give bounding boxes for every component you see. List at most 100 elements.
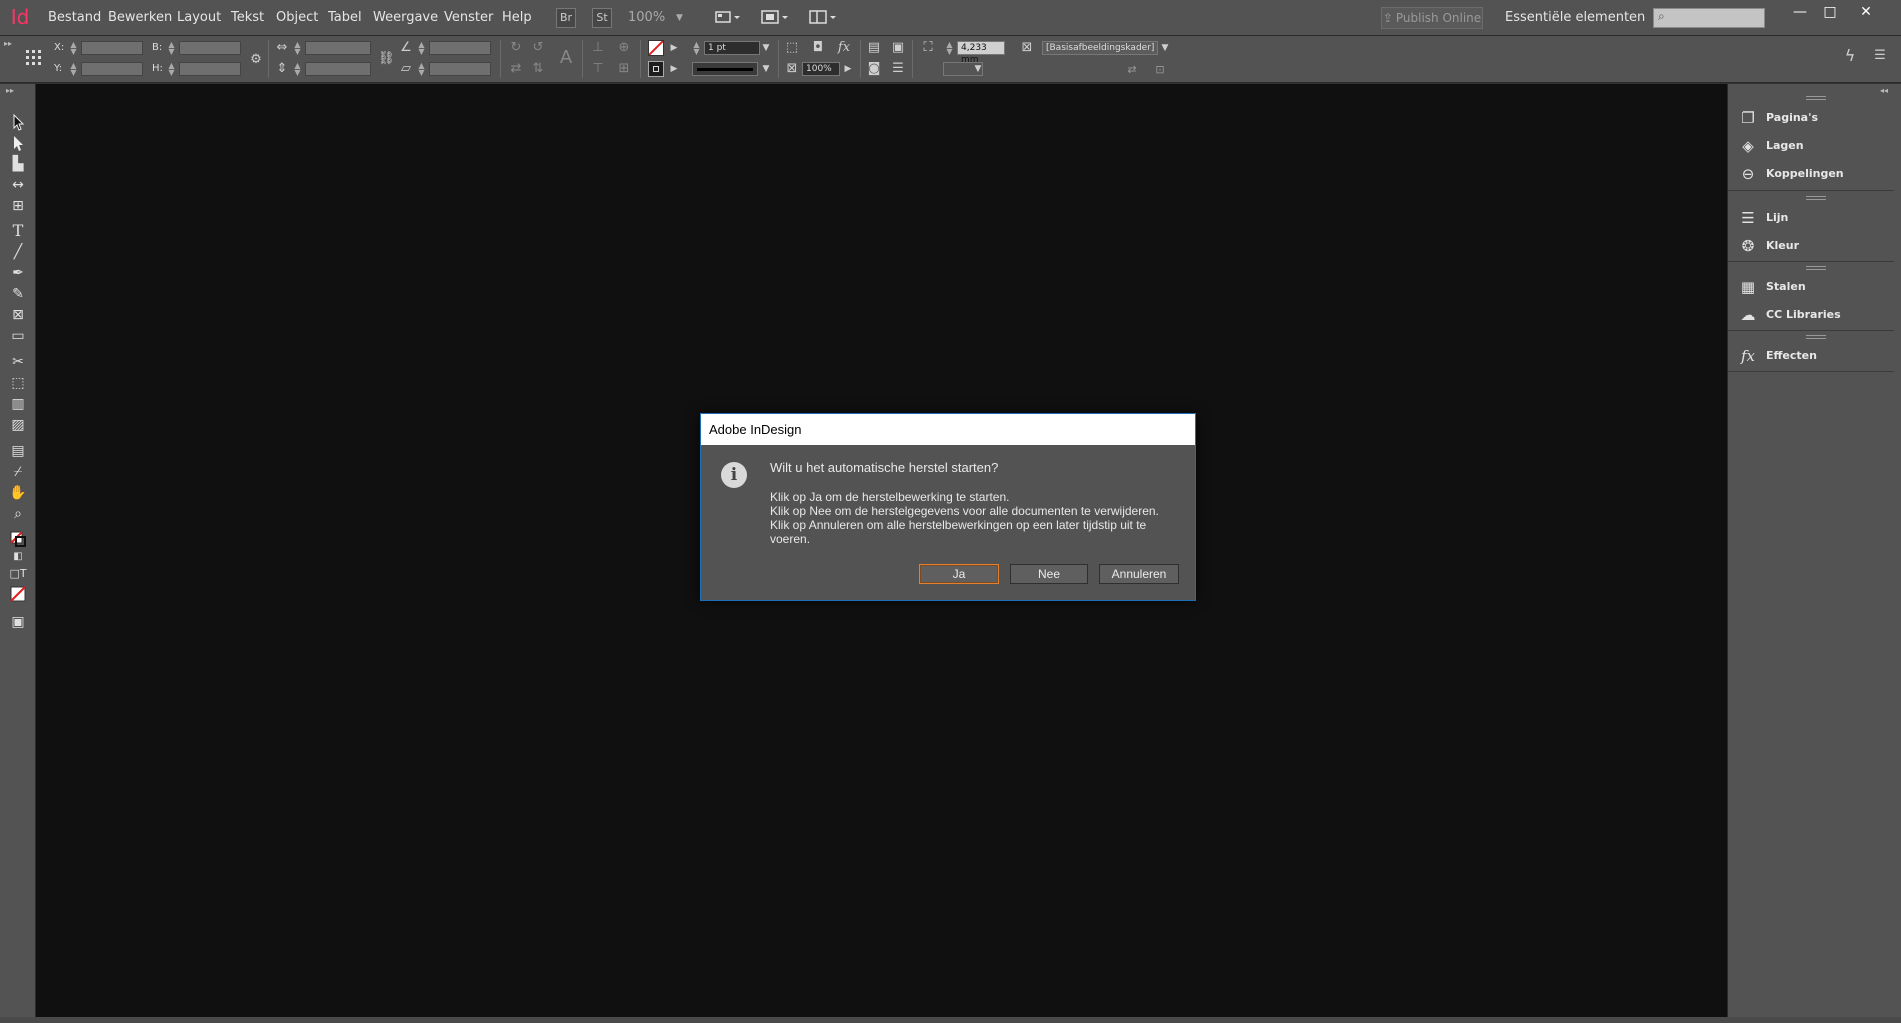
quick-apply-icon[interactable]: ϟ (1842, 48, 1858, 64)
panel-menu-icon[interactable]: ☰ (1872, 48, 1888, 64)
chevron-down-icon[interactable]: ▼ (1157, 40, 1173, 56)
fill-dropdown-arrow-icon[interactable]: ▶ (666, 40, 682, 56)
chevron-down-icon[interactable]: ▼ (970, 61, 986, 77)
menu-venster[interactable]: Venster (444, 10, 493, 25)
panel-group-grip[interactable] (1806, 196, 1826, 200)
minimize-button[interactable]: — (1786, 2, 1814, 22)
pen-tool-icon[interactable]: ✒ (8, 263, 28, 283)
shear-stepper[interactable]: ▲ ▼ (417, 62, 426, 77)
direct-selection-tool-icon[interactable] (8, 133, 28, 153)
x-stepper[interactable]: ▲ ▼ (69, 41, 78, 56)
apply-none-icon[interactable] (8, 584, 28, 604)
view-options-button[interactable] (714, 8, 742, 28)
x-field[interactable] (81, 41, 143, 55)
fill-stroke-swatch-icon[interactable] (8, 529, 28, 549)
clear-overrides-icon[interactable]: ⇄ (1124, 62, 1140, 78)
stroke-type-dropdown[interactable] (692, 62, 758, 76)
y-field[interactable] (81, 62, 143, 76)
stroke-weight-stepper[interactable]: ▲ ▼ (692, 41, 701, 56)
dock-item-effects[interactable]: fx Effecten (1728, 342, 1894, 370)
new-style-icon[interactable]: ⊡ (1152, 62, 1168, 78)
cancel-button[interactable]: Annuleren (1099, 564, 1179, 584)
rotate-stepper[interactable]: ▲ ▼ (417, 41, 426, 56)
rectangle-frame-tool-icon[interactable]: ⊠ (8, 305, 28, 325)
rotate-cw-icon[interactable]: ↻ (508, 40, 524, 56)
tools-panel-grip[interactable]: ▸▸ (6, 86, 14, 95)
bridge-button[interactable]: Br (556, 8, 576, 28)
dock-item-cc-libraries[interactable]: ☁ CC Libraries (1728, 301, 1894, 329)
zoom-level-dropdown[interactable]: 100% ▼ (628, 8, 690, 28)
panel-group-grip[interactable] (1806, 266, 1826, 270)
corner-options-icon[interactable]: ⬚ (784, 40, 800, 56)
stroke-dropdown-arrow-icon[interactable]: ▶ (666, 61, 682, 77)
page-tool-icon[interactable]: ▙ (8, 154, 28, 174)
gradient-swatch-tool-icon[interactable]: ▥ (8, 394, 28, 414)
effects-fx-icon[interactable]: fx (836, 40, 852, 56)
link-proportions-icon[interactable]: ⛓ (378, 51, 395, 67)
scale-x-field[interactable] (305, 41, 371, 55)
stroke-weight-field[interactable]: 1 pt (704, 41, 760, 55)
scissors-tool-icon[interactable]: ✂ (8, 352, 28, 372)
selection-tool-icon[interactable] (8, 112, 28, 132)
chevron-down-icon[interactable]: ▼ (758, 61, 774, 77)
y-stepper[interactable]: ▲ ▼ (69, 62, 78, 77)
rotate-field[interactable] (429, 41, 491, 55)
distribute-icon[interactable]: ⊞ (616, 61, 632, 77)
menu-bewerken[interactable]: Bewerken (108, 10, 172, 25)
rectangle-tool-icon[interactable]: ▭ (8, 326, 28, 346)
dock-item-layers[interactable]: ◈ Lagen (1728, 132, 1894, 160)
flip-vertical-icon[interactable]: ⇅ (530, 61, 546, 77)
hand-tool-icon[interactable]: ✋ (8, 483, 28, 503)
shear-field[interactable] (429, 62, 491, 76)
menu-object[interactable]: Object (276, 10, 318, 25)
dock-item-color[interactable]: ❂ Kleur (1728, 232, 1894, 260)
yes-button[interactable]: Ja (919, 564, 999, 584)
object-style-dropdown[interactable]: [Basisafbeeldingskader] (1042, 41, 1158, 55)
width-stepper[interactable]: ▲ ▼ (167, 41, 176, 56)
no-button[interactable]: Nee (1010, 564, 1088, 584)
align-center-icon[interactable]: ⊕ (616, 40, 632, 56)
panel-group-grip[interactable] (1806, 335, 1826, 339)
arrange-documents-button[interactable] (808, 8, 838, 28)
menu-help[interactable]: Help (502, 10, 532, 25)
stroke-swatch[interactable] (648, 61, 664, 77)
chevron-down-icon[interactable]: ▼ (758, 40, 774, 56)
line-tool-icon[interactable]: ╱ (8, 242, 28, 262)
menu-tabel[interactable]: Tabel (328, 10, 362, 25)
opacity-arrow-icon[interactable]: ▶ (840, 61, 856, 77)
close-button[interactable]: ✕ (1852, 2, 1880, 22)
width-field[interactable] (179, 41, 241, 55)
publish-online-button[interactable]: ⇪ Publish Online (1381, 7, 1483, 29)
formatting-affects-container-icon[interactable]: □T (8, 564, 28, 584)
control-panel-grip[interactable]: ▸▸ (4, 40, 12, 48)
note-tool-icon[interactable]: ▤ (8, 441, 28, 461)
pencil-tool-icon[interactable]: ✎ (8, 284, 28, 304)
workspace-switcher[interactable]: Essentiële elementen ▼ (1505, 10, 1660, 25)
free-transform-tool-icon[interactable]: ⬚ (8, 373, 28, 393)
dock-item-stroke[interactable]: ☰ Lijn (1728, 204, 1894, 232)
menu-weergave[interactable]: Weergave (373, 10, 438, 25)
screen-mode-button[interactable] (760, 8, 790, 28)
adobe-stock-button[interactable]: St (592, 8, 612, 28)
offset-stepper[interactable]: ▲ ▼ (945, 41, 954, 56)
fill-swatch[interactable] (648, 40, 664, 56)
collapse-dock-icon[interactable]: ◂◂ (1880, 86, 1888, 95)
offset-field[interactable]: 4,233 mm (957, 41, 1005, 65)
gap-tool-icon[interactable]: ↔ (8, 175, 28, 195)
rotate-ccw-icon[interactable]: ↺ (530, 40, 546, 56)
height-field[interactable] (179, 62, 241, 76)
flip-horizontal-icon[interactable]: ⇄ (508, 61, 524, 77)
content-collector-tool-icon[interactable]: ⊞ (8, 196, 28, 216)
type-on-path-icon[interactable]: A (558, 49, 574, 67)
drop-shadow-icon[interactable]: ◘ (810, 40, 826, 56)
eyedropper-tool-icon[interactable]: ⌿ (8, 462, 28, 482)
dock-item-swatches[interactable]: ▦ Stalen (1728, 273, 1894, 301)
scale-x-stepper[interactable]: ▲ ▼ (293, 41, 302, 56)
type-tool-icon[interactable]: T (8, 221, 28, 241)
scale-y-field[interactable] (305, 62, 371, 76)
maximize-button[interactable]: □ (1816, 2, 1844, 22)
text-wrap-bounding-icon[interactable]: ▣ (890, 40, 906, 56)
reference-point-icon[interactable] (24, 48, 44, 68)
height-stepper[interactable]: ▲ ▼ (167, 62, 176, 77)
scale-y-stepper[interactable]: ▲ ▼ (293, 62, 302, 77)
